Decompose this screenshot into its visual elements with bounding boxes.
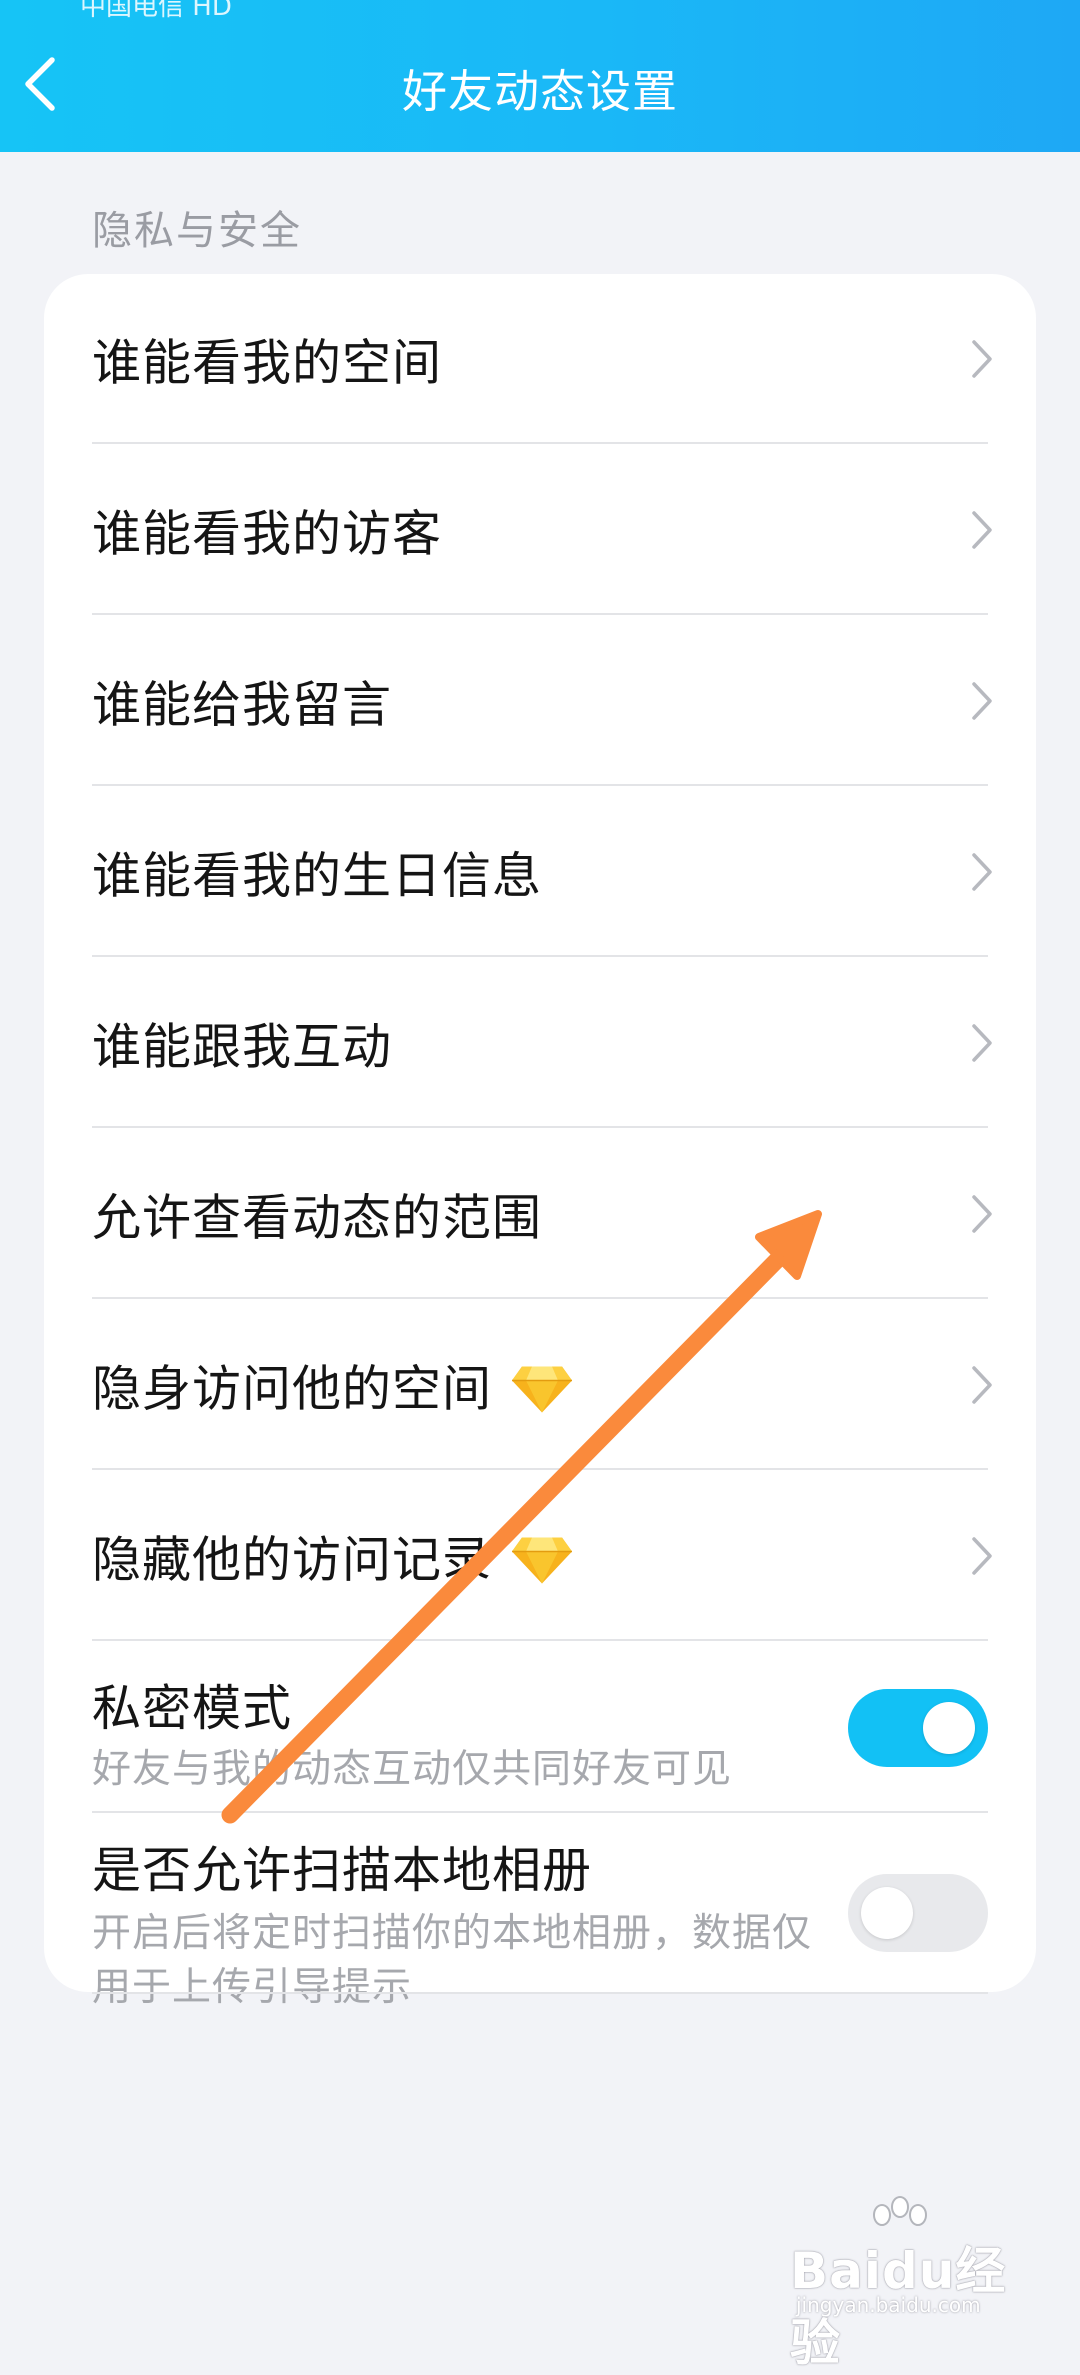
section-label-privacy: 隐私与安全 bbox=[92, 208, 302, 254]
baidu-watermark: Baidu经验 jingyan.baidu.com bbox=[790, 2195, 1020, 2372]
chevron-right-icon bbox=[972, 1195, 992, 1233]
setting-who-can-leave-message[interactable]: 谁能给我留言 bbox=[44, 616, 1036, 786]
setting-label: 谁能看我的访客 bbox=[92, 505, 443, 563]
app-header: 中国电信 HD 好友动态设置 bbox=[0, 0, 1080, 152]
divider bbox=[92, 784, 988, 786]
chevron-right-icon bbox=[972, 1024, 992, 1062]
settings-card: 谁能看我的空间 谁能看我的访客 谁能给我留言 谁能看我的生日信息 谁能跟我互动 … bbox=[44, 274, 1036, 2010]
status-carrier: 中国电信 HD bbox=[80, 0, 232, 22]
setting-title: 私密模式 bbox=[92, 1680, 293, 1737]
setting-label-wrap: 隐身访问他的空间 bbox=[92, 1350, 574, 1421]
divider bbox=[92, 1992, 988, 1994]
watermark-brand: Baidu经验 bbox=[790, 2242, 1007, 2372]
chevron-right-icon bbox=[972, 340, 992, 378]
setting-scan-local-album: 是否允许扫描本地相册 开启后将定时扫描你的本地相册，数据仅 用于上传引导提示 bbox=[44, 1813, 1036, 2010]
setting-private-mode: 私密模式 好友与我的动态互动仅共同好友可见 bbox=[44, 1642, 1036, 1813]
toggle-knob bbox=[923, 1702, 975, 1754]
setting-hide-visit-records[interactable]: 隐藏他的访问记录 bbox=[44, 1471, 1036, 1641]
setting-who-can-view-space[interactable]: 谁能看我的空间 bbox=[44, 274, 1036, 444]
divider bbox=[92, 613, 988, 615]
setting-label: 允许查看动态的范围 bbox=[92, 1189, 543, 1247]
paw-logo-icon bbox=[873, 2196, 927, 2226]
watermark-url: jingyan.baidu.com bbox=[796, 2293, 981, 2317]
page-title: 好友动态设置 bbox=[401, 65, 678, 118]
setting-label: 谁能跟我互动 bbox=[92, 1018, 393, 1076]
setting-label: 隐身访问他的空间 bbox=[92, 1360, 493, 1418]
divider bbox=[92, 1126, 988, 1128]
diamond-vip-icon bbox=[512, 1537, 573, 1583]
setting-label: 谁能看我的生日信息 bbox=[92, 847, 543, 905]
divider bbox=[92, 955, 988, 957]
divider bbox=[92, 1639, 988, 1641]
chevron-right-icon bbox=[972, 1537, 992, 1575]
setting-description-line1: 开启后将定时扫描你的本地相册，数据仅 bbox=[92, 1911, 813, 1956]
setting-description-line2: 用于上传引导提示 bbox=[92, 1965, 413, 2010]
divider bbox=[92, 1468, 988, 1470]
setting-label: 谁能给我留言 bbox=[92, 676, 393, 734]
chevron-right-icon bbox=[972, 1366, 992, 1404]
setting-title: 是否允许扫描本地相册 bbox=[92, 1842, 593, 1899]
divider bbox=[92, 1297, 988, 1299]
divider bbox=[92, 442, 988, 444]
setting-label: 隐藏他的访问记录 bbox=[92, 1531, 493, 1589]
setting-label: 谁能看我的空间 bbox=[92, 334, 443, 392]
chevron-right-icon bbox=[972, 853, 992, 891]
setting-label-wrap: 隐藏他的访问记录 bbox=[92, 1521, 574, 1592]
private-mode-toggle[interactable] bbox=[848, 1689, 988, 1767]
scan-album-toggle[interactable] bbox=[848, 1874, 988, 1952]
chevron-right-icon bbox=[972, 511, 992, 549]
toggle-knob bbox=[861, 1887, 913, 1939]
setting-description: 好友与我的动态互动仅共同好友可见 bbox=[92, 1747, 733, 1792]
setting-who-can-view-birthday[interactable]: 谁能看我的生日信息 bbox=[44, 787, 1036, 957]
chevron-right-icon bbox=[972, 682, 992, 720]
setting-invisible-visit[interactable]: 隐身访问他的空间 bbox=[44, 1300, 1036, 1470]
diamond-vip-icon bbox=[512, 1366, 573, 1412]
setting-feed-visibility-range[interactable]: 允许查看动态的范围 bbox=[44, 1129, 1036, 1299]
setting-who-can-interact[interactable]: 谁能跟我互动 bbox=[44, 958, 1036, 1128]
setting-who-can-view-visitors[interactable]: 谁能看我的访客 bbox=[44, 445, 1036, 615]
